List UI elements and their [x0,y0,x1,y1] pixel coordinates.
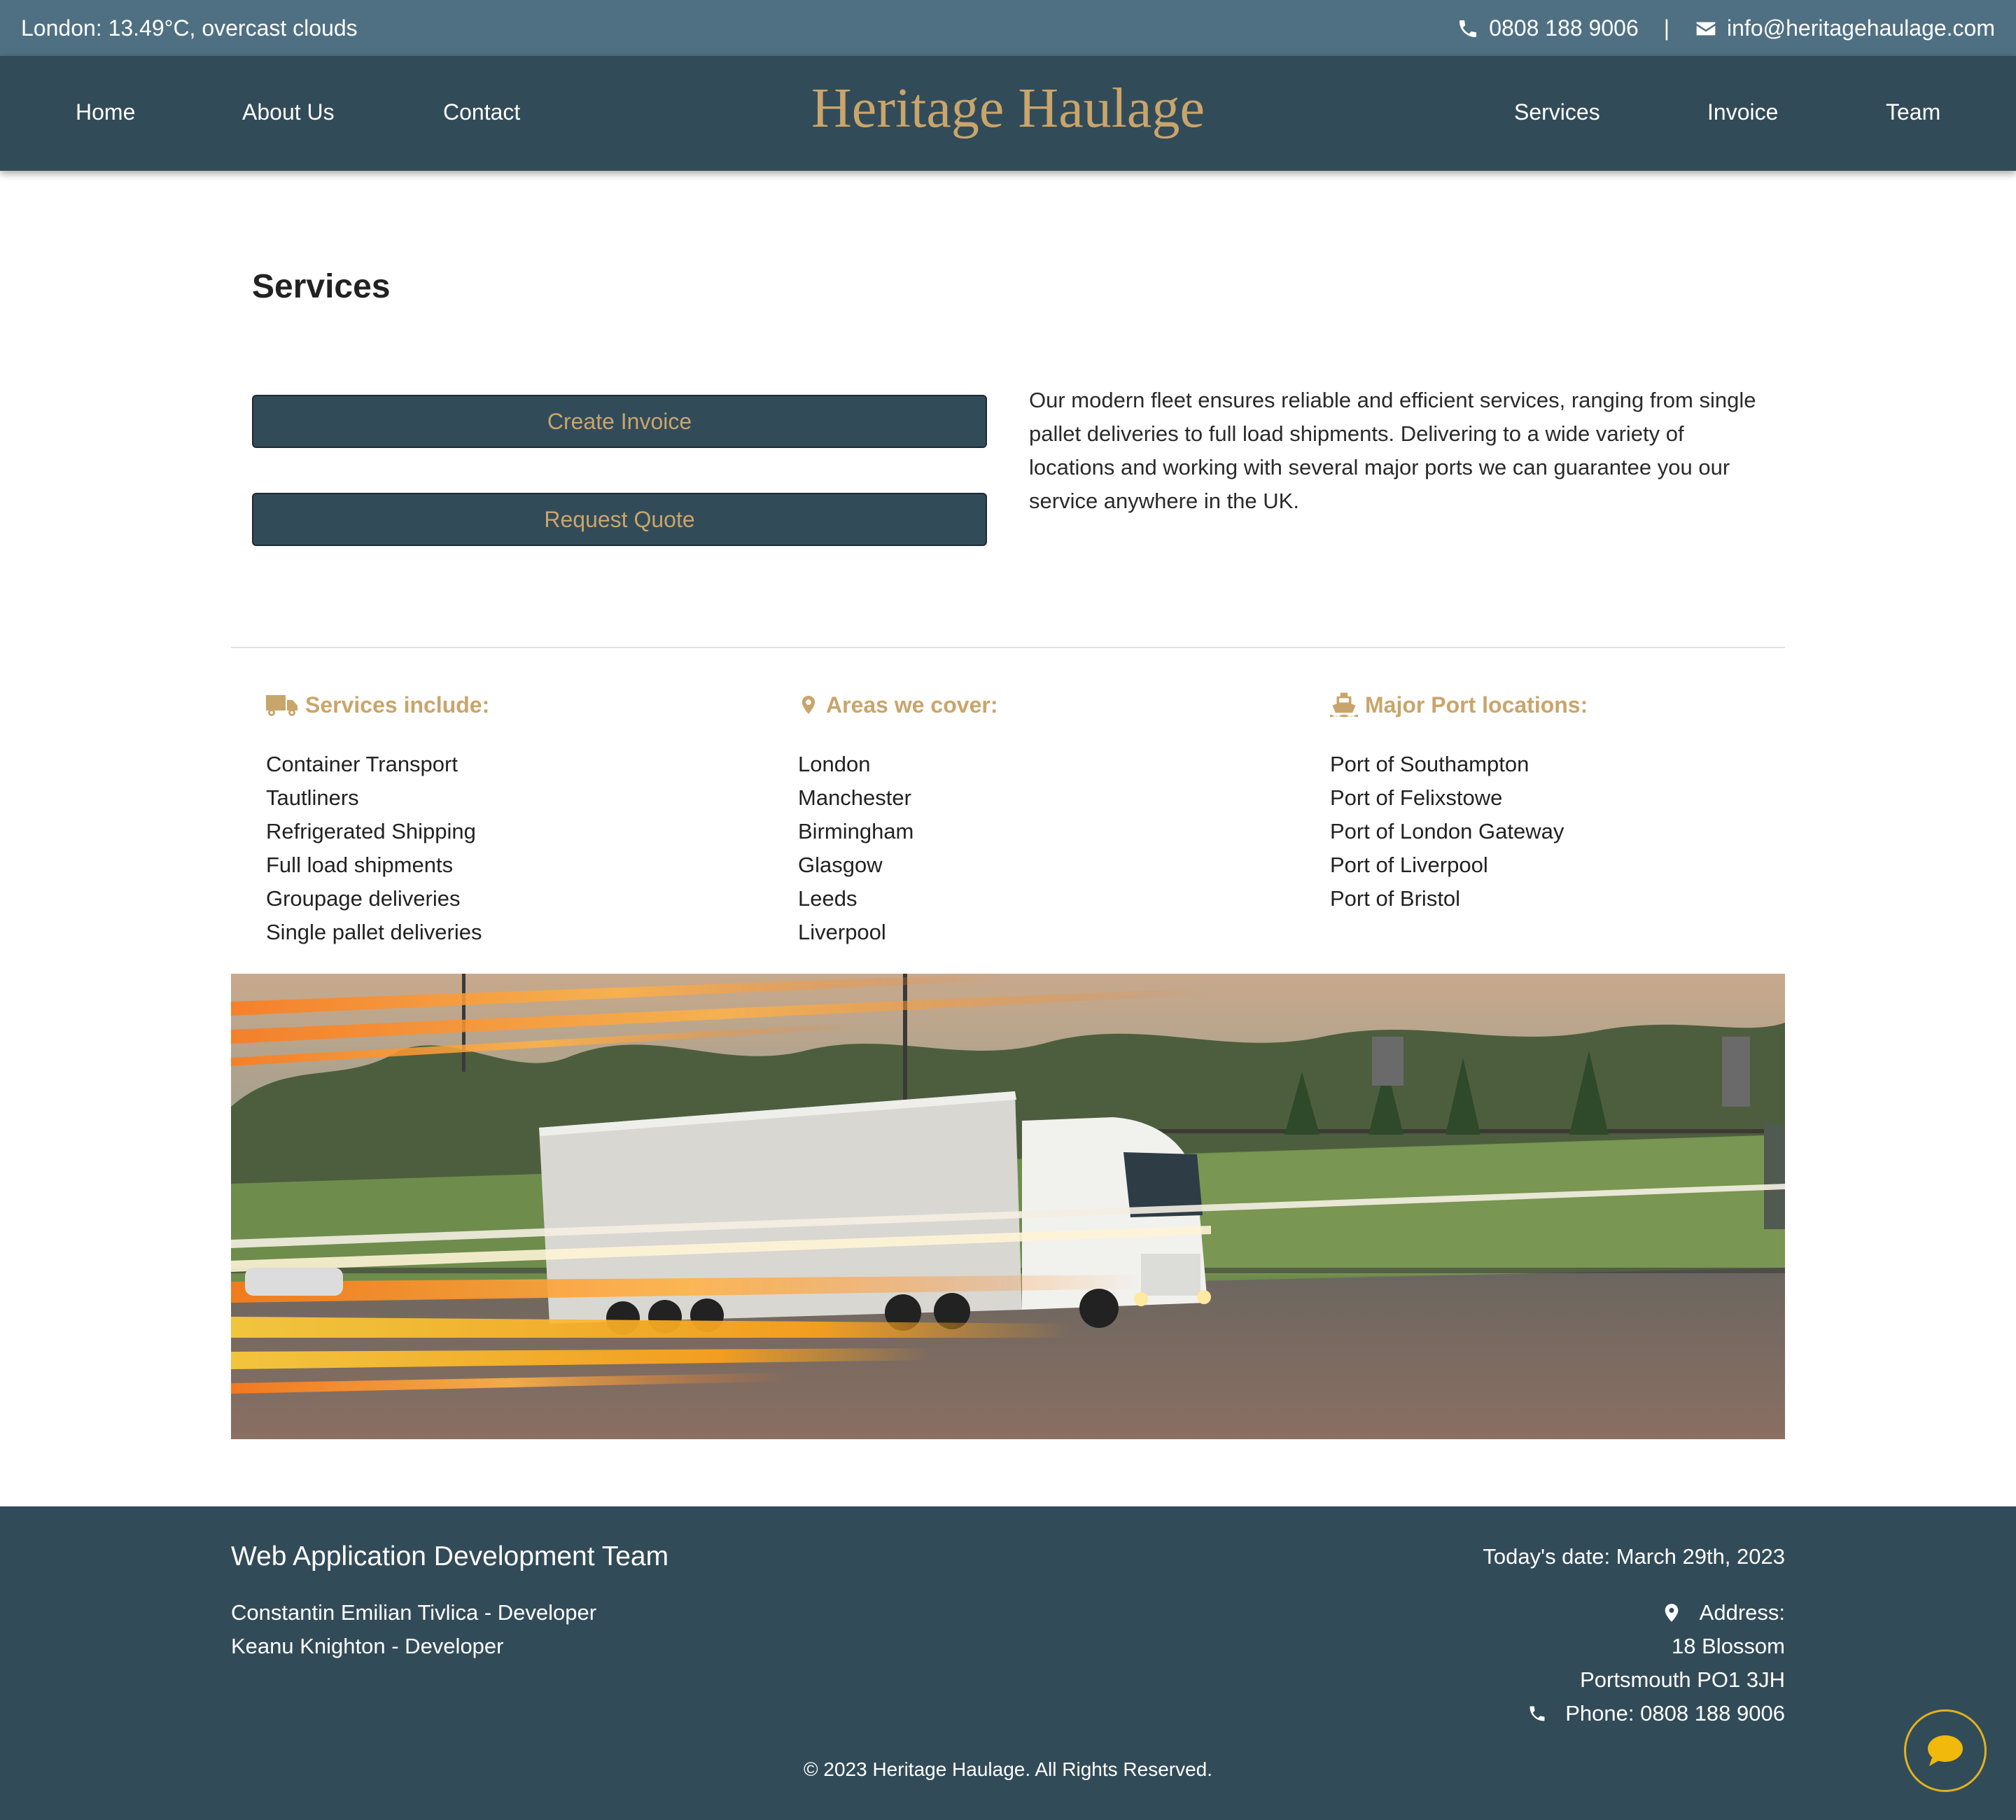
nav-contact[interactable]: Contact [443,99,520,125]
nav-about-us[interactable]: About Us [242,99,335,125]
list-item: Glasgow [798,853,883,877]
create-invoice-button[interactable]: Create Invoice [252,395,987,448]
footer-team-title: Web Application Development Team [231,1541,669,1572]
list-item: Manchester [798,785,911,810]
list-item: Container Transport [266,752,458,776]
list-item: Tautliners [266,785,359,810]
footer-phone-row: Phone: 0808 188 9006 [1527,1701,1785,1726]
developer-name: Constantin Emilian Tivlica - Developer [231,1600,597,1625]
nav-team[interactable]: Team [1886,99,1940,125]
list-item: London [798,752,871,776]
services-heading: Services include: [266,687,489,722]
services-intro: Our modern fleet ensures reliable and ef… [1029,388,1756,513]
copyright: © 2023 Heritage Haulage. All Rights Rese… [803,1758,1213,1780]
nav-services[interactable]: Services [1514,99,1600,125]
list-item: Birmingham [798,819,914,844]
list-item: Port of Liverpool [1330,853,1488,877]
list-item: Single pallet deliveries [266,920,482,944]
services-heading-label: Services include: [305,692,490,718]
todays-date: Today's date: March 29th, 2023 [1483,1544,1785,1569]
list-item: Refrigerated Shipping [266,819,476,844]
truck-icon [266,691,298,719]
services-column: Services include: Container Transport Ta… [266,687,489,949]
areas-heading-label: Areas we cover: [826,692,998,718]
top-info-bar: London: 13.49°C, overcast clouds 0808 18… [0,0,2016,56]
hero-lorry-image [231,974,1785,1439]
list-item: Port of London Gateway [1330,819,1564,844]
chat-bubble-icon [1926,1734,1964,1768]
list-item: Full load shipments [266,853,454,877]
ports-heading: Major Port locations: [1330,687,1588,722]
phone-icon [1527,1704,1547,1723]
request-quote-button[interactable]: Request Quote [252,493,987,546]
map-pin-icon [1662,1603,1681,1623]
map-pin-icon [798,691,819,719]
footer-phone[interactable]: Phone: 0808 188 9006 [1565,1701,1785,1726]
address-label-row: Address: [1662,1600,1785,1625]
list-item: Leeds [798,886,858,911]
ports-heading-label: Major Port locations: [1365,692,1588,718]
chat-widget-button[interactable] [1904,1709,1987,1792]
areas-heading: Areas we cover: [798,687,997,722]
main-navbar: Home About Us Contact Heritage Haulage S… [0,56,2016,171]
list-item: Port of Bristol [1330,886,1461,911]
divider [231,647,1785,648]
address-line: Portsmouth PO1 3JH [1580,1667,1785,1692]
services-list: Container Transport Tautliners Refrigera… [266,748,489,949]
brand-logo-text[interactable]: Heritage Haulage [811,78,1205,139]
separator: | [1663,15,1670,41]
top-phone-link[interactable]: 0808 188 9006 [1489,15,1639,41]
developer-name: Keanu Knighton - Developer [231,1634,504,1658]
ship-icon [1330,691,1358,719]
address-line: 18 Blossom [1672,1634,1785,1658]
page-title: Services [252,268,391,305]
nav-invoice[interactable]: Invoice [1707,99,1778,125]
footer: Web Application Development Team Constan… [0,1506,2016,1820]
ports-list: Port of Southampton Port of Felixstowe P… [1330,748,1588,916]
address-label: Address: [1699,1600,1785,1625]
phone-icon [1457,18,1479,40]
areas-column: Areas we cover: London Manchester Birmin… [798,687,997,949]
list-item: Groupage deliveries [266,886,461,911]
list-item: Port of Southampton [1330,752,1530,776]
list-item: Port of Felixstowe [1330,785,1503,810]
nav-home[interactable]: Home [76,99,135,125]
top-email-link[interactable]: info@heritagehaulage.com [1727,15,1995,41]
weather-readout: London: 13.49°C, overcast clouds [21,15,358,41]
envelope-icon [1695,18,1717,40]
list-item: Liverpool [798,920,886,944]
areas-list: London Manchester Birmingham Glasgow Lee… [798,748,997,949]
top-contact: 0808 188 9006 | info@heritagehaulage.com [1457,15,1995,41]
ports-column: Major Port locations: Port of Southampto… [1330,687,1588,916]
